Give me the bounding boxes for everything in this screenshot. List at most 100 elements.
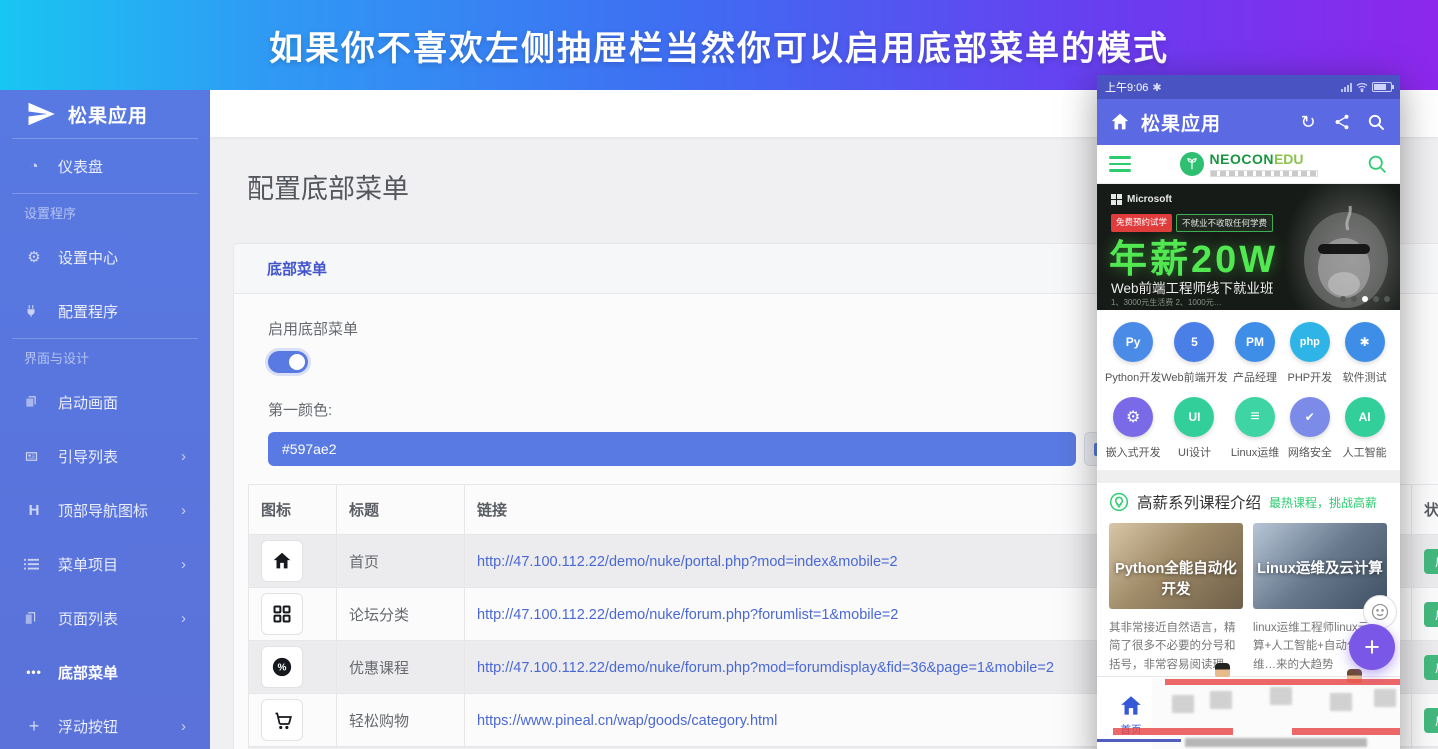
status-badge[interactable]: 启用 xyxy=(1424,654,1438,680)
active-tab-underline xyxy=(1097,739,1181,742)
microsoft-logo: Microsoft xyxy=(1111,194,1172,205)
html5-icon: 5 xyxy=(1174,322,1215,362)
home-icon[interactable] xyxy=(261,540,303,582)
row-link[interactable]: https://www.pineal.cn/wap/goods/category… xyxy=(477,713,777,729)
hamburger-icon[interactable] xyxy=(1109,152,1131,176)
grid-item-python[interactable]: Py Python开发 xyxy=(1105,322,1161,385)
pages-icon xyxy=(24,611,44,625)
sidebar-item-bottom-menu[interactable]: ••• 底部菜单 xyxy=(0,645,210,699)
status-badge[interactable]: 启用 xyxy=(1424,548,1438,574)
toggle-knob xyxy=(289,354,305,370)
sidebar-item-dashboard[interactable]: ◔ 仪表盘 xyxy=(0,139,210,193)
sidebar-item-float-button[interactable]: + 浮动按钮 › xyxy=(0,699,210,749)
grid-item-ui-design[interactable]: UI UI设计 xyxy=(1161,397,1227,460)
hero-headline: 年薪20W xyxy=(1109,239,1279,281)
row-link[interactable]: http://47.100.112.22/demo/nuke/forum.php… xyxy=(477,607,898,623)
smiley-icon xyxy=(1371,603,1389,621)
terminal-icon: ≡ xyxy=(1235,397,1276,437)
gray-bar xyxy=(1185,738,1367,747)
status-badge[interactable]: 启用 xyxy=(1424,601,1438,627)
site-search-icon[interactable] xyxy=(1367,154,1388,175)
col-status: 状态 xyxy=(1411,484,1438,535)
promo-banner-title: 如果你不喜欢左侧抽屉栏当然你可以启用底部菜单的模式 xyxy=(269,29,1169,68)
home-icon xyxy=(1121,696,1141,715)
ellipsis-icon: ••• xyxy=(26,665,42,679)
grid-item-web-frontend[interactable]: 5 Web前端开发 xyxy=(1161,322,1228,385)
status-time: 上午9:06 xyxy=(1105,82,1149,94)
site-logo[interactable]: NEOCONEDU xyxy=(1179,150,1318,177)
sidebar-item-menu-items[interactable]: 菜单项目 › xyxy=(0,537,210,591)
col-icon: 图标 xyxy=(248,484,337,535)
share-icon[interactable] xyxy=(1330,110,1354,134)
signal-icon xyxy=(1341,82,1352,92)
hero-banner[interactable]: Microsoft 免费预约试学 不就业不收取任何学费 年薪20W Web前端工… xyxy=(1097,184,1400,310)
course-card-linux[interactable]: Linux运维及云计算 xyxy=(1253,523,1387,609)
color-input[interactable] xyxy=(268,432,1076,466)
grid-item-ai[interactable]: AI 人工智能 xyxy=(1337,397,1392,460)
alarm-icon: ✱ xyxy=(1152,81,1162,94)
sidebar-item-top-nav-icons[interactable]: H 顶部导航图标 › xyxy=(0,483,210,537)
sidebar-item-splash[interactable]: 启动画面 xyxy=(0,375,210,429)
pm-icon: PM xyxy=(1235,322,1276,362)
php-icon: php xyxy=(1289,322,1330,362)
chip-icon: ⚙ xyxy=(1113,397,1154,437)
phone-app-title: 松果应用 xyxy=(1141,113,1222,135)
row-title: 首页 xyxy=(336,534,465,588)
svg-text:%: % xyxy=(278,663,287,674)
heading-icon: H xyxy=(28,501,40,519)
gauge-icon: ◔ xyxy=(29,157,39,175)
row-link[interactable]: http://47.100.112.22/demo/nuke/forum.php… xyxy=(477,660,1054,676)
hero-caption: 1、3000元生活费 2、1000元… xyxy=(1111,298,1222,307)
refresh-icon[interactable]: ↻ xyxy=(1296,110,1320,134)
row-title: 论坛分类 xyxy=(336,587,465,641)
grid-item-software-testing[interactable]: ✱ 软件测试 xyxy=(1337,322,1392,385)
cart-icon[interactable] xyxy=(261,699,303,741)
red-stripe xyxy=(1113,728,1233,735)
guide-list-icon xyxy=(24,449,44,464)
search-icon[interactable] xyxy=(1364,110,1388,134)
enable-toggle[interactable] xyxy=(268,351,308,373)
phone-status-bar: 上午9:06 ✱ xyxy=(1097,75,1400,99)
grid-item-embedded[interactable]: ⚙ 嵌入式开发 xyxy=(1105,397,1161,460)
grid-item-product-manager[interactable]: PM 产品经理 xyxy=(1228,322,1283,385)
add-fab[interactable]: + xyxy=(1349,624,1395,670)
course-section-title: 高薪系列课程介绍 xyxy=(1137,495,1262,512)
paper-plane-icon xyxy=(28,102,55,126)
app-logo[interactable]: 松果应用 xyxy=(0,90,210,138)
site-header: NEOCONEDU xyxy=(1097,145,1400,184)
python-icon: Py xyxy=(1113,322,1154,362)
course-icon-grid: Py Python开发 5 Web前端开发 PM 产品经理 php PHP开发 ✱ 软件测… xyxy=(1097,310,1400,470)
sidebar-item-settings-center[interactable]: ⚙ 设置中心 xyxy=(0,230,210,284)
ui-icon: UI xyxy=(1174,397,1215,437)
home-icon[interactable] xyxy=(1109,111,1131,133)
grid-item-php[interactable]: php PHP开发 xyxy=(1282,322,1337,385)
course-cards: Python全能自动化开发 Linux运维及云计算 xyxy=(1097,515,1400,613)
chevron-right-icon: › xyxy=(181,609,186,627)
site-logo-mark-icon xyxy=(1179,152,1204,176)
app-logo-text: 松果应用 xyxy=(68,105,149,127)
card-title: 底部菜单 xyxy=(267,261,328,278)
sidebar-section-settings: 设置程序 xyxy=(24,205,77,221)
carousel-dots[interactable] xyxy=(1340,296,1390,302)
sidebar-item-guide-list[interactable]: 引导列表 › xyxy=(0,429,210,483)
chevron-right-icon: › xyxy=(181,555,186,573)
row-title: 优惠课程 xyxy=(336,640,465,694)
row-link[interactable]: http://47.100.112.22/demo/nuke/portal.ph… xyxy=(477,554,898,570)
sidebar-item-configure[interactable]: 配置程序 xyxy=(0,284,210,338)
site-logo-main: NEOCON xyxy=(1209,150,1274,167)
splash-screen-icon xyxy=(24,395,44,409)
percent-badge-icon[interactable]: % xyxy=(261,646,303,688)
gorilla-image xyxy=(1304,205,1388,308)
sidebar-item-page-list[interactable]: 页面列表 › xyxy=(0,591,210,645)
bug-icon: ✱ xyxy=(1344,322,1385,362)
course-section-subtitle: 最热课程，挑战高薪 xyxy=(1269,495,1378,510)
course-section-header: 高薪系列课程介绍 最热课程，挑战高薪 xyxy=(1097,483,1400,515)
emoji-head xyxy=(1215,663,1230,677)
status-badge[interactable]: 启用 xyxy=(1424,707,1438,733)
grid-icon[interactable] xyxy=(261,593,303,635)
grid-item-linux-ops[interactable]: ≡ Linux运维 xyxy=(1228,397,1283,460)
grid-item-network-security[interactable]: ✔ 网络安全 xyxy=(1282,397,1337,460)
plus-icon: + xyxy=(28,715,40,736)
course-card-python[interactable]: Python全能自动化开发 xyxy=(1109,523,1243,609)
col-title: 标题 xyxy=(336,484,465,535)
